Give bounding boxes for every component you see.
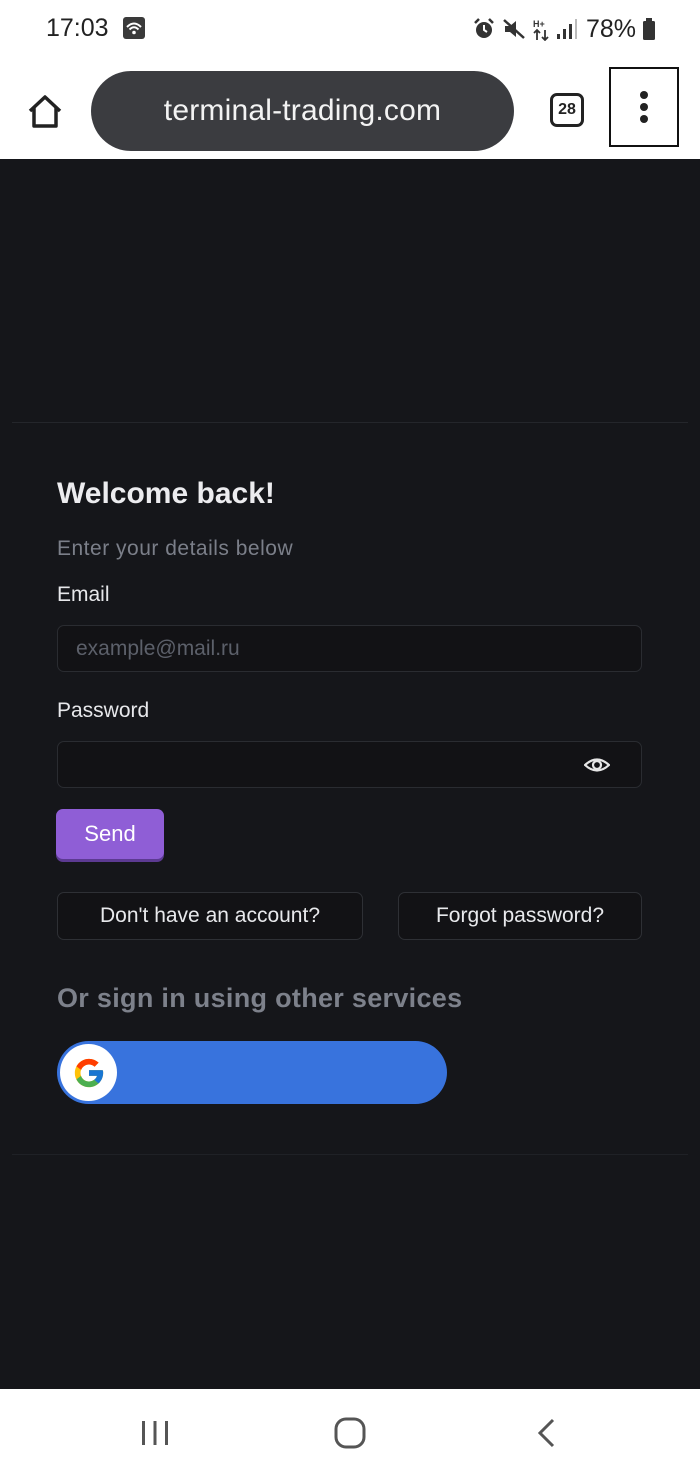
eye-icon[interactable] bbox=[584, 754, 610, 776]
google-signin-button[interactable] bbox=[57, 1041, 447, 1104]
svg-text:H+: H+ bbox=[533, 19, 545, 29]
battery-percent: 78% bbox=[585, 14, 636, 43]
more-menu-button[interactable] bbox=[609, 67, 679, 147]
mute-icon bbox=[503, 19, 525, 39]
page-content: Welcome back! Enter your details below E… bbox=[0, 159, 700, 1389]
alarm-icon bbox=[474, 18, 494, 38]
divider bbox=[12, 422, 688, 423]
signup-button[interactable]: Don't have an account? bbox=[57, 892, 363, 940]
email-label: Email bbox=[57, 583, 110, 606]
url-text: terminal-trading.com bbox=[163, 94, 442, 127]
recents-icon[interactable] bbox=[140, 1419, 170, 1447]
email-field-wrapper bbox=[57, 625, 642, 672]
login-title: Welcome back! bbox=[57, 477, 275, 510]
address-bar[interactable]: terminal-trading.com bbox=[91, 71, 514, 151]
more-vertical-icon bbox=[640, 91, 648, 123]
divider bbox=[12, 1154, 688, 1155]
system-nav-bar bbox=[0, 1389, 700, 1476]
password-input[interactable] bbox=[58, 742, 641, 787]
tab-count: 28 bbox=[558, 101, 576, 118]
browser-toolbar: terminal-trading.com 28 bbox=[0, 58, 700, 160]
home-icon[interactable] bbox=[26, 92, 64, 130]
signal-icon bbox=[556, 19, 577, 39]
status-icons: H+ 78% bbox=[472, 14, 656, 44]
forgot-password-button[interactable]: Forgot password? bbox=[398, 892, 642, 940]
login-subtitle: Enter your details below bbox=[57, 537, 294, 560]
battery-icon bbox=[643, 18, 655, 40]
wifi-icon bbox=[123, 17, 145, 39]
google-logo-icon bbox=[60, 1044, 117, 1101]
password-label: Password bbox=[57, 699, 150, 722]
status-time: 17:03 bbox=[46, 14, 109, 42]
password-field-wrapper bbox=[57, 741, 642, 788]
tabs-icon[interactable]: 28 bbox=[550, 93, 584, 127]
status-bar: 17:03 H+ 78% bbox=[0, 0, 700, 58]
send-button[interactable]: Send bbox=[56, 809, 164, 859]
home-nav-icon[interactable] bbox=[334, 1417, 366, 1449]
email-input[interactable] bbox=[58, 626, 641, 671]
other-services-heading: Or sign in using other services bbox=[57, 983, 463, 1013]
back-icon[interactable] bbox=[536, 1417, 556, 1449]
data-arrows-icon: H+ bbox=[533, 19, 549, 41]
